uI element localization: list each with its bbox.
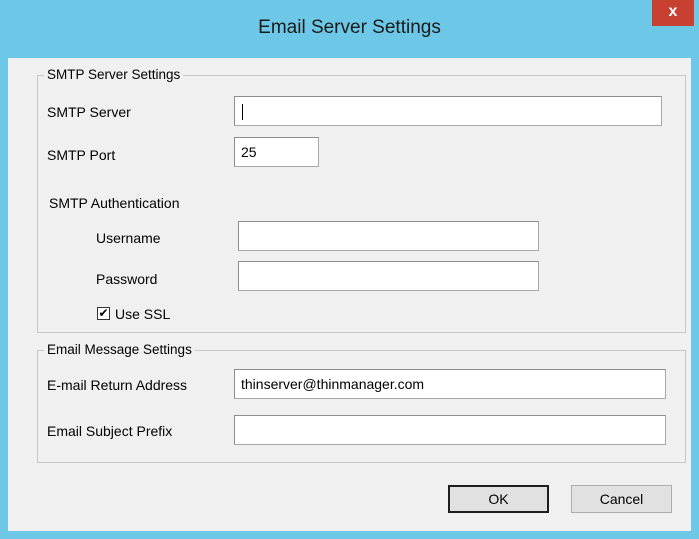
smtp-port-input[interactable]: 25 xyxy=(234,137,319,167)
password-label: Password xyxy=(96,271,158,287)
close-button[interactable]: x xyxy=(652,0,694,26)
window-title: Email Server Settings xyxy=(258,17,441,38)
subject-prefix-input[interactable] xyxy=(234,415,666,445)
title-bar[interactable]: Email Server Settings x xyxy=(0,0,699,58)
smtp-port-label: SMTP Port xyxy=(47,147,116,163)
email-server-settings-window: Email Server Settings x SMTP Server Sett… xyxy=(0,0,699,539)
email-message-settings-group: Email Message Settings xyxy=(37,342,686,463)
subject-prefix-label: Email Subject Prefix xyxy=(47,423,173,439)
smtp-server-input[interactable] xyxy=(234,96,662,126)
smtp-authentication-label: SMTP Authentication xyxy=(49,195,180,211)
email-message-settings-legend: Email Message Settings xyxy=(44,342,195,358)
use-ssl-checkbox[interactable]: ✔ xyxy=(97,307,110,320)
ok-button[interactable]: OK xyxy=(448,485,549,513)
smtp-server-label: SMTP Server xyxy=(47,104,131,120)
username-input[interactable] xyxy=(238,221,539,251)
return-address-input[interactable]: thinserver@thinmanager.com xyxy=(234,369,666,399)
cancel-button[interactable]: Cancel xyxy=(571,485,672,513)
username-label: Username xyxy=(96,230,161,246)
smtp-server-settings-legend: SMTP Server Settings xyxy=(44,67,184,83)
checkmark-icon: ✔ xyxy=(98,306,109,320)
close-icon: x xyxy=(668,3,678,20)
return-address-label: E-mail Return Address xyxy=(47,377,188,393)
password-input[interactable] xyxy=(238,261,539,291)
dialog-body: SMTP Server Settings SMTP Server SMTP Po… xyxy=(8,58,691,531)
text-caret xyxy=(242,104,243,121)
use-ssl-label[interactable]: Use SSL xyxy=(115,305,170,323)
